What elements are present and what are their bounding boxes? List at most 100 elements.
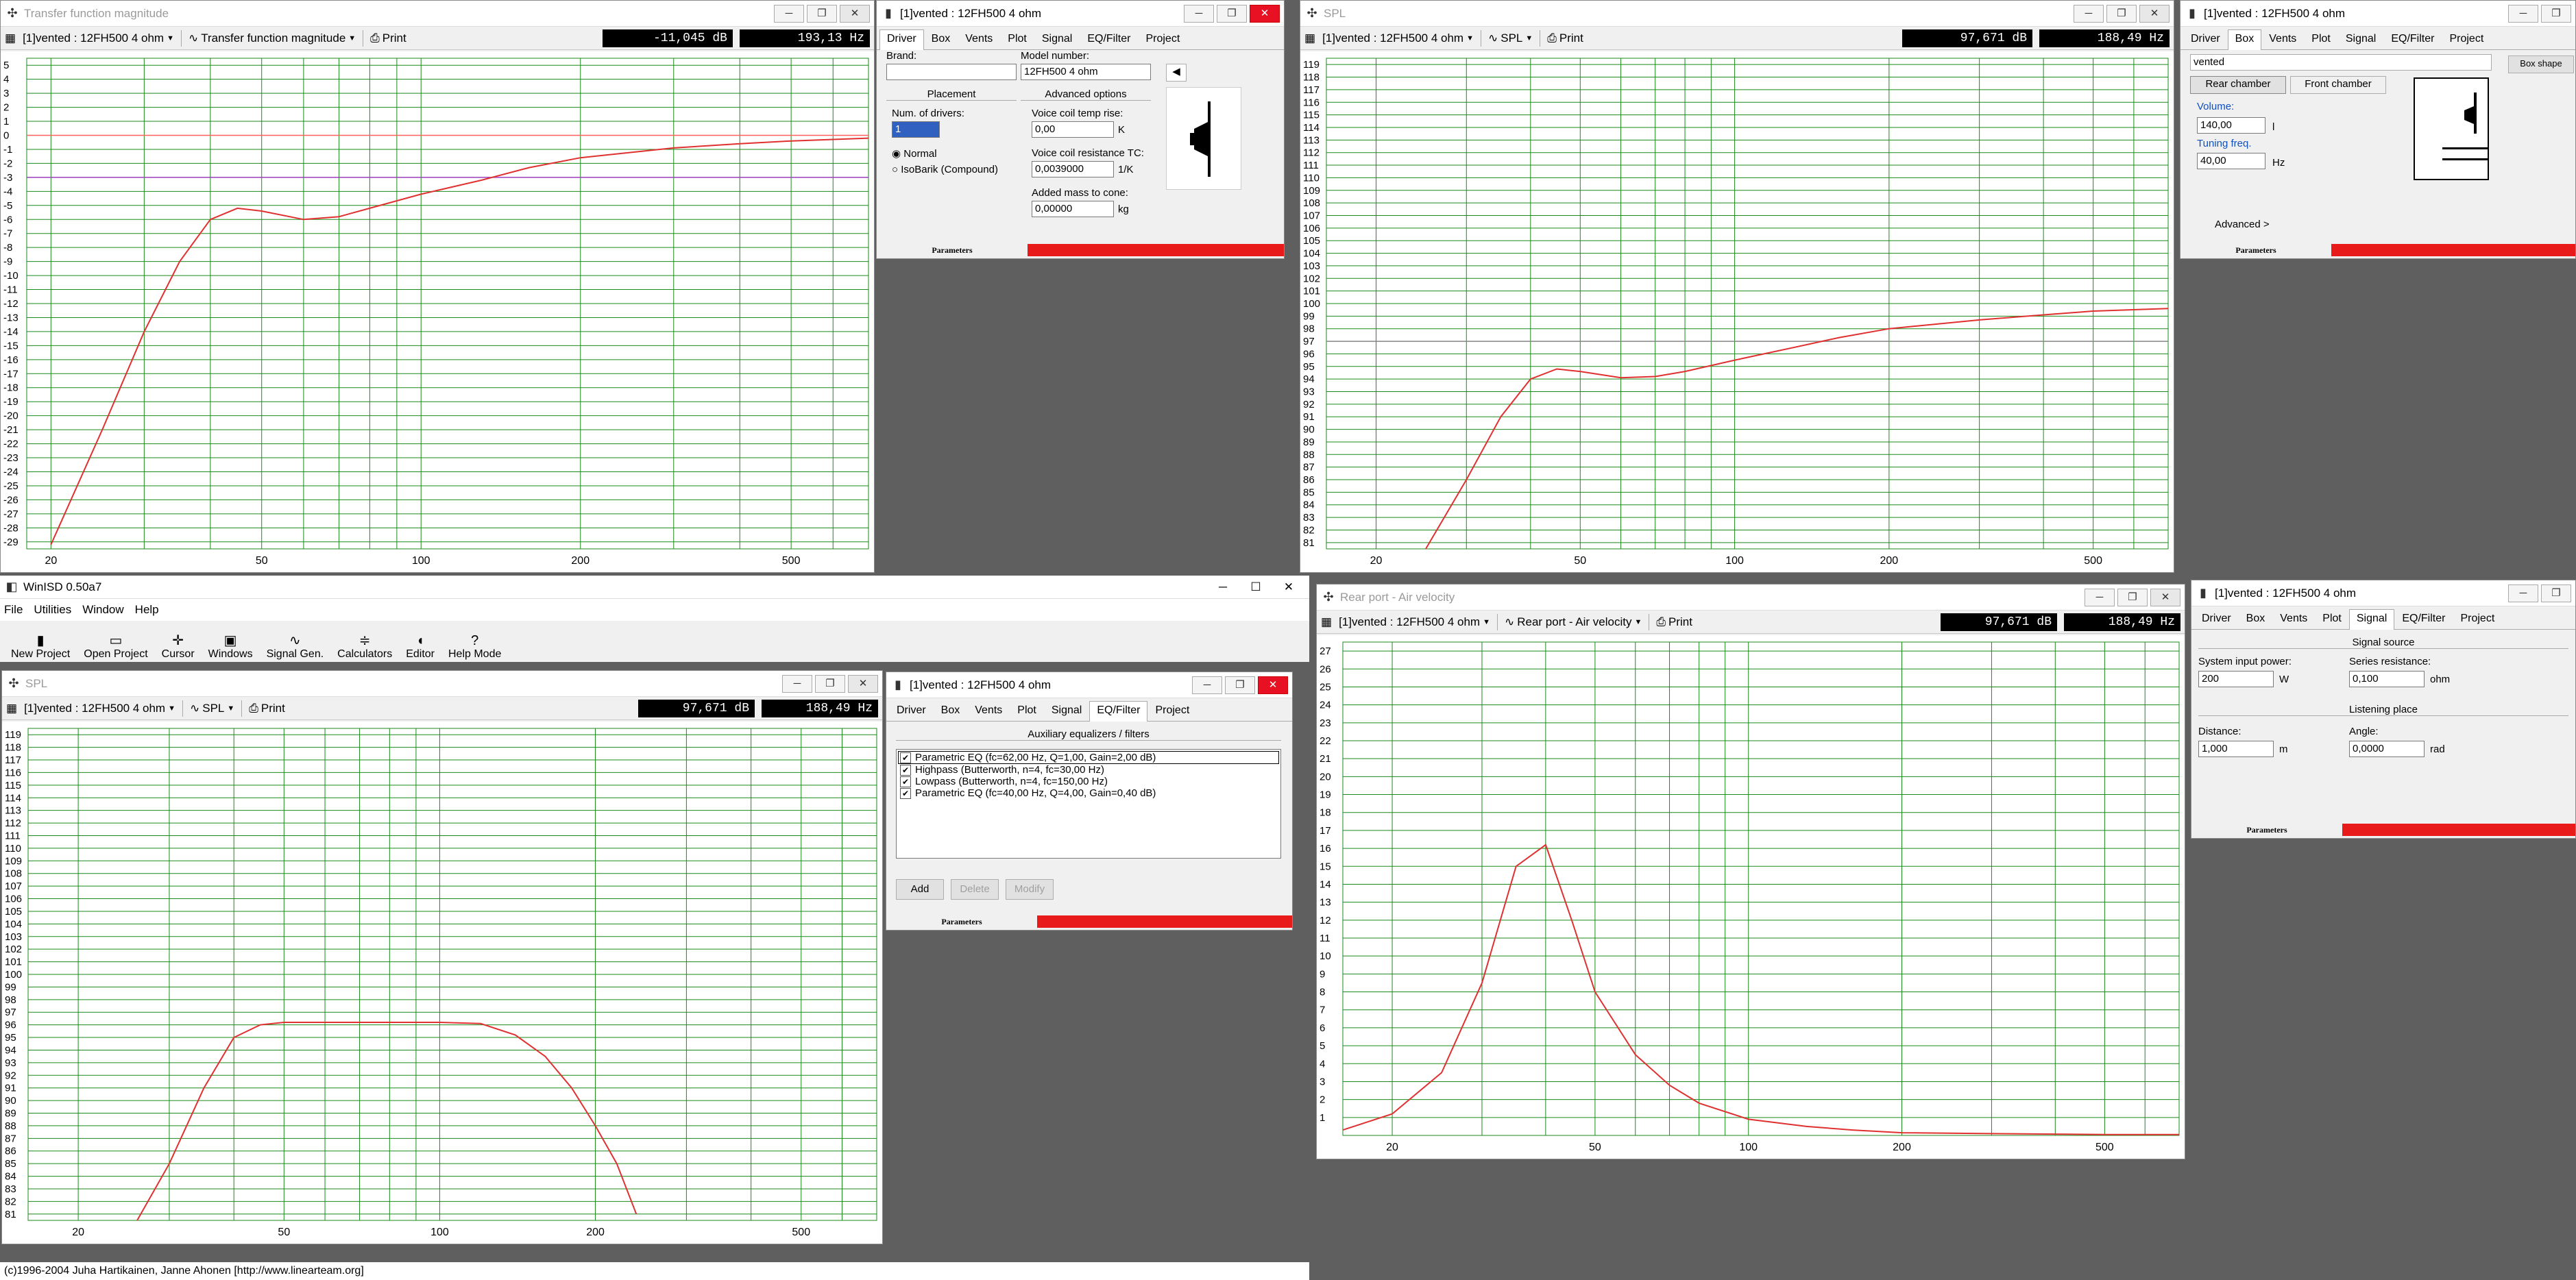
minimize-button[interactable]: ─ bbox=[782, 674, 812, 693]
windows-button[interactable]: ▣ Windows bbox=[202, 624, 260, 661]
tab-vents[interactable]: Vents bbox=[967, 701, 1010, 721]
tab-eq-filter[interactable]: EQ/Filter bbox=[2383, 29, 2442, 49]
close-button[interactable]: ✕ bbox=[848, 674, 878, 693]
new-project-button[interactable]: ▮ New Project bbox=[4, 624, 77, 661]
box-type-select[interactable]: vented bbox=[2190, 54, 2492, 71]
print-button[interactable]: ⎙ Print bbox=[249, 702, 285, 715]
model-input[interactable]: 12FH500 4 ohm bbox=[1021, 64, 1151, 80]
normal-radio[interactable]: ◉ Normal bbox=[892, 147, 937, 160]
list-item[interactable]: ✔ Parametric EQ (fc=62,00 Hz, Q=1,00, Gai… bbox=[898, 751, 1279, 765]
list-item[interactable]: ✔ Parametric EQ (fc=40,00 Hz, Q=4,00, Gai… bbox=[898, 787, 1279, 800]
tab-box[interactable]: Box bbox=[2227, 29, 2262, 50]
tab-driver[interactable]: Driver bbox=[2183, 29, 2228, 49]
minimize-button[interactable]: ─ bbox=[2508, 584, 2538, 602]
tab-project[interactable]: Project bbox=[2442, 29, 2491, 49]
distance-input[interactable]: 1,000 bbox=[2198, 741, 2274, 757]
checkbox-icon[interactable]: ✔ bbox=[900, 752, 911, 764]
menu-window[interactable]: Window bbox=[82, 603, 123, 617]
air-velocity-plot[interactable]: 27 26 25 24 23 22 21 20 19 18 17 16 15 14 13 12 11 10 9 8 7 6… bbox=[1317, 635, 2185, 1159]
project-select[interactable]: [1]vented : 12FH500 4 ohm ▼ bbox=[24, 702, 175, 715]
advanced-link[interactable]: Advanced > bbox=[2215, 219, 2270, 230]
tab-vents[interactable]: Vents bbox=[2272, 609, 2315, 629]
series-input[interactable]: 0,100 bbox=[2349, 671, 2425, 687]
minimize-button[interactable]: ─ bbox=[774, 4, 804, 23]
tab-project[interactable]: Project bbox=[2453, 609, 2502, 629]
tab-box[interactable]: Box bbox=[2239, 609, 2273, 629]
speaker-icon[interactable]: ◀ bbox=[1166, 64, 1187, 82]
minimize-button[interactable]: ─ bbox=[1184, 4, 1214, 23]
tab-eq-filter[interactable]: EQ/Filter bbox=[1089, 701, 1148, 722]
tab-signal[interactable]: Signal bbox=[1034, 29, 1080, 49]
close-button[interactable]: ✕ bbox=[1272, 580, 1305, 594]
tab-vents[interactable]: Vents bbox=[958, 29, 1000, 49]
delete-button[interactable]: Delete bbox=[951, 879, 999, 900]
close-button[interactable]: ✕ bbox=[2150, 588, 2180, 606]
close-button[interactable]: ✕ bbox=[2139, 4, 2170, 23]
menu-utilities[interactable]: Utilities bbox=[34, 603, 71, 617]
tab-project[interactable]: Project bbox=[1147, 701, 1197, 721]
isobarik-radio[interactable]: ○ IsoBarik (Compound) bbox=[892, 164, 998, 175]
eq-list[interactable]: ✔ Parametric EQ (fc=62,00 Hz, Q=1,00, Gai… bbox=[896, 749, 1281, 859]
list-item[interactable]: ✔ Highpass (Butterworth, n=4, fc=30,00 Hz… bbox=[898, 764, 1279, 776]
tab-box[interactable]: Box bbox=[934, 701, 968, 721]
minimize-button[interactable]: ─ bbox=[2074, 4, 2104, 23]
titlebar[interactable]: ✣ Transfer function magnitude ─ ❐ ✕ bbox=[1, 1, 874, 27]
tab-plot[interactable]: Plot bbox=[2315, 609, 2349, 629]
tab-eq-filter[interactable]: EQ/Filter bbox=[2394, 609, 2453, 629]
front-chamber-tab[interactable]: Front chamber bbox=[2290, 76, 2386, 94]
transfer-function-plot[interactable]: 5 4 3 2 1 0 -1 -2 -3 -4 -5 -6 -7 -8 -9 -10 -11 -12 -13 -14 -… bbox=[1, 51, 874, 572]
rear-chamber-tab[interactable]: Rear chamber bbox=[2190, 76, 2286, 94]
num-drivers-select[interactable]: 1 bbox=[892, 121, 940, 138]
signal-gen-button[interactable]: ∿ Signal Gen. bbox=[260, 624, 331, 661]
editor-button[interactable]: ◖ Editor bbox=[399, 624, 441, 661]
spl-plot-top[interactable]: 119 118 117 116 115 114 113 112 111 110 109 108 107 1… bbox=[1300, 51, 2174, 572]
project-select[interactable]: [1]vented : 12FH500 4 ohm ▼ bbox=[1322, 32, 1474, 45]
checkbox-icon[interactable]: ✔ bbox=[900, 776, 911, 788]
tab-vents[interactable]: Vents bbox=[2261, 29, 2304, 49]
brand-input[interactable] bbox=[886, 64, 1017, 80]
maximize-button[interactable]: ❐ bbox=[1217, 4, 1247, 23]
add-button[interactable]: Add bbox=[896, 879, 944, 900]
tab-eq-filter[interactable]: EQ/Filter bbox=[1080, 29, 1138, 49]
tab-driver[interactable]: Driver bbox=[879, 29, 924, 50]
main-titlebar[interactable]: ◧ WinISD 0.50a7 ─ ☐ ✕ bbox=[0, 576, 1309, 599]
vc-temp-input[interactable]: 0,00 bbox=[1032, 121, 1114, 138]
plot-type-select[interactable]: ∿ SPL ▼ bbox=[1488, 32, 1533, 45]
tab-signal[interactable]: Signal bbox=[2338, 29, 2383, 49]
maximize-button[interactable]: ☐ bbox=[1239, 580, 1272, 594]
checkbox-icon[interactable]: ✔ bbox=[900, 765, 911, 776]
titlebar[interactable]: ✣ SPL ─ ❐ ✕ bbox=[1300, 1, 2174, 27]
titlebar[interactable]: ▮ [1]vented : 12FH500 4 ohm ─ ❐ bbox=[2180, 1, 2575, 27]
box-shape-button[interactable]: Box shape bbox=[2508, 56, 2574, 73]
print-button[interactable]: ⎙ Print bbox=[1656, 615, 1692, 629]
tab-driver[interactable]: Driver bbox=[889, 701, 934, 721]
plot-type-select[interactable]: ∿ Transfer function magnitude ▼ bbox=[189, 32, 356, 45]
titlebar[interactable]: ▮ [1]vented : 12FH500 4 ohm ─ ❐ ✕ bbox=[886, 672, 1292, 698]
maximize-button[interactable]: ❐ bbox=[807, 4, 837, 23]
maximize-button[interactable]: ❐ bbox=[2106, 4, 2137, 23]
mass-input[interactable]: 0,00000 bbox=[1032, 201, 1114, 217]
tuning-input[interactable]: 40,00 bbox=[2197, 153, 2265, 169]
tab-plot[interactable]: Plot bbox=[1010, 701, 1044, 721]
tab-project[interactable]: Project bbox=[1138, 29, 1187, 49]
print-button[interactable]: ⎙ Print bbox=[370, 32, 406, 45]
vc-res-input[interactable]: 0,0039000 bbox=[1032, 161, 1114, 177]
print-button[interactable]: ⎙ Print bbox=[1547, 32, 1583, 45]
tab-plot[interactable]: Plot bbox=[1000, 29, 1034, 49]
titlebar[interactable]: ▮ [1]vented : 12FH500 4 ohm ─ ❐ ✕ bbox=[877, 1, 1284, 27]
maximize-button[interactable]: ❐ bbox=[815, 674, 845, 693]
plot-type-select[interactable]: ∿ SPL ▼ bbox=[190, 702, 234, 715]
tab-plot[interactable]: Plot bbox=[2304, 29, 2338, 49]
titlebar[interactable]: ✣ Rear port - Air velocity ─ ❐ ✕ bbox=[1317, 584, 2185, 611]
cursor-button[interactable]: ✛ Cursor bbox=[155, 624, 202, 661]
titlebar[interactable]: ▮ [1]vented : 12FH500 4 ohm ─ ❐ bbox=[2191, 580, 2575, 606]
spl-plot-bottom[interactable]: 119 118 117 116 115 114 113 112 111 110 109 108 107 1… bbox=[2, 722, 882, 1244]
plot-type-select[interactable]: ∿ Rear port - Air velocity ▼ bbox=[1505, 615, 1642, 629]
menu-file[interactable]: File bbox=[4, 603, 23, 617]
close-button[interactable]: ✕ bbox=[1250, 4, 1280, 23]
calculators-button[interactable]: ≑ Calculators bbox=[330, 624, 399, 661]
help-mode-button[interactable]: ? Help Mode bbox=[441, 624, 508, 661]
minimize-button[interactable]: ─ bbox=[1192, 676, 1222, 694]
titlebar[interactable]: ✣ SPL ─ ❐ ✕ bbox=[2, 671, 882, 697]
angle-input[interactable]: 0,0000 bbox=[2349, 741, 2425, 757]
